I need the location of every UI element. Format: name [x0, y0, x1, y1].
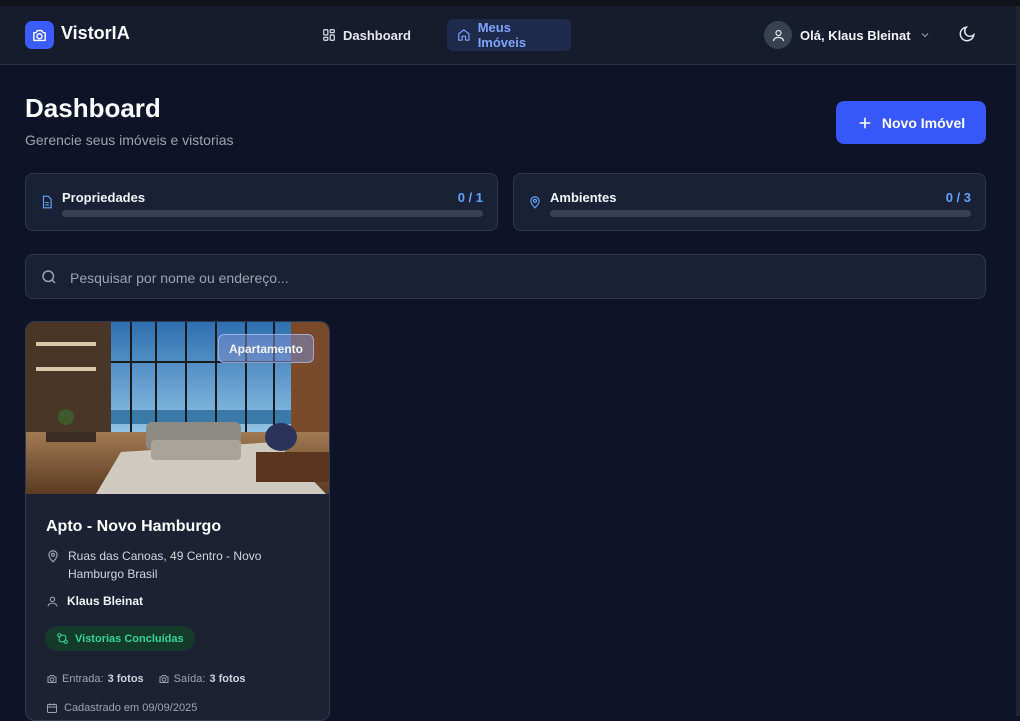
user-icon: [47, 596, 58, 606]
user-menu[interactable]: Olá, Klaus Bleinat: [764, 21, 931, 49]
entrada-value: 3 fotos: [107, 673, 144, 685]
saida-photos: Saída: 3 fotos: [158, 673, 246, 685]
home-icon: [458, 29, 470, 41]
entrada-label: Entrada:: [62, 673, 104, 685]
nav-meus-imoveis-label: Meus Imóveis: [477, 20, 527, 50]
property-owner-name: Klaus Bleinat: [67, 594, 144, 608]
plus-icon: [859, 117, 871, 128]
camera-logo-icon[interactable]: [25, 21, 54, 49]
user-greeting: Olá, Klaus Bleinat: [800, 27, 911, 43]
status-badge: Vistorias Concluídas: [45, 626, 195, 651]
camera-icon: [47, 675, 57, 683]
stat-card-propriedades: Propriedades 0 / 1: [25, 173, 498, 231]
new-property-button[interactable]: Novo Imóvel: [836, 101, 986, 144]
nav-dashboard-label: Dashboard: [343, 27, 411, 43]
location-pin-icon: [48, 550, 58, 563]
git-compare-icon: [57, 633, 68, 644]
property-address-text: Ruas das Canoas, 49 Centro - Novo Hambur…: [68, 549, 262, 581]
created-date: Cadastrado em 09/09/2025: [46, 702, 197, 714]
progress-bar: [62, 210, 483, 217]
progress-bar: [550, 210, 971, 217]
saida-value: 3 fotos: [209, 673, 246, 685]
property-title: Apto - Novo Hamburgo: [46, 518, 222, 535]
stat-count: 0 / 1: [457, 190, 483, 205]
status-text: Vistorias Concluídas: [75, 632, 184, 645]
stat-label: Ambientes: [550, 190, 617, 205]
document-icon: [42, 195, 52, 209]
calendar-icon: [47, 703, 57, 713]
scrollbar[interactable]: [1016, 6, 1020, 716]
top-navbar: VistorIA Dashboard Meus Imóveis Olá, Kla…: [0, 6, 1016, 65]
property-photo[interactable]: Apartamento: [26, 322, 329, 494]
property-address: Ruas das Canoas, 49 Centro - Novo Hambur…: [46, 547, 306, 583]
nav-dashboard[interactable]: Dashboard: [312, 19, 421, 51]
theme-toggle-button[interactable]: [958, 25, 978, 45]
user-icon: [772, 29, 784, 41]
property-owner: Klaus Bleinat: [46, 594, 143, 608]
new-property-label: Novo Imóvel: [881, 114, 966, 131]
camera-icon: [159, 675, 169, 683]
nav-meus-imoveis[interactable]: Meus Imóveis: [447, 19, 571, 51]
search-icon: [42, 270, 56, 284]
property-card[interactable]: Apartamento Apto - Novo Hamburgo Ruas da…: [25, 321, 330, 721]
search-input[interactable]: [68, 255, 972, 300]
saida-label: Saída:: [173, 673, 206, 685]
entrada-photos: Entrada: 3 fotos: [46, 673, 144, 685]
avatar: [764, 21, 792, 49]
stat-label: Propriedades: [62, 190, 146, 205]
moon-icon: [959, 26, 975, 42]
app-name[interactable]: VistorIA: [61, 23, 130, 44]
photo-counts: Entrada: 3 fotos Saída: 3 fotos: [46, 673, 246, 685]
property-type-badge: Apartamento: [218, 334, 315, 363]
stat-card-ambientes: Ambientes 0 / 3: [513, 173, 986, 231]
page-title: Dashboard: [25, 93, 161, 123]
page-subtitle: Gerencie seus imóveis e vistorias: [25, 132, 234, 148]
created-text: Cadastrado em 09/09/2025: [64, 702, 198, 714]
location-pin-icon: [530, 196, 540, 209]
stat-count: 0 / 3: [945, 190, 971, 205]
chevron-down-icon: [921, 33, 928, 38]
search-bar: [25, 254, 986, 300]
grid-icon: [323, 29, 335, 41]
